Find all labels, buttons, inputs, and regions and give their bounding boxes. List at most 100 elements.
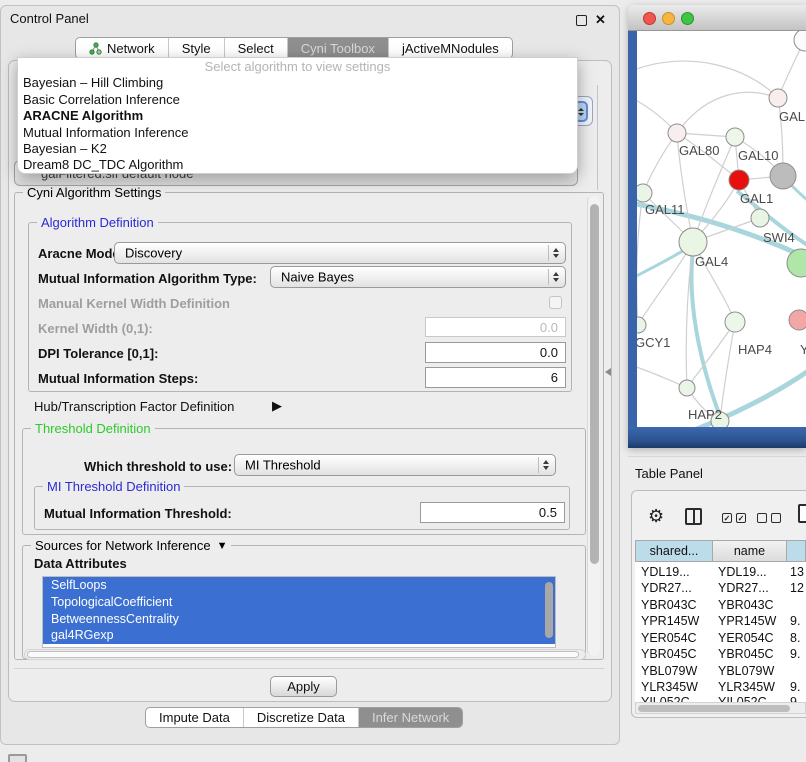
checked-checkbox-icon[interactable]: ✓ bbox=[722, 513, 732, 523]
close-icon[interactable]: ✕ bbox=[595, 12, 606, 28]
table-cell[interactable]: 9. bbox=[790, 647, 800, 661]
dropdown-option-selected[interactable]: ARACNE Algorithm bbox=[18, 108, 577, 124]
table-cell[interactable]: 9. bbox=[790, 614, 800, 628]
mi-algorithm-type-combo[interactable]: Naive Bayes bbox=[270, 266, 566, 288]
table-cell[interactable]: YBR045C bbox=[641, 647, 697, 661]
sources-group-title[interactable]: Sources for Network Inference ▼ bbox=[31, 538, 231, 553]
network-node-hap2[interactable] bbox=[679, 380, 695, 396]
tab-jactivemnodules[interactable]: jActiveMNodules bbox=[389, 38, 512, 58]
network-node-gal4[interactable] bbox=[679, 228, 707, 256]
list-scrollbar-thumb[interactable] bbox=[545, 582, 553, 638]
aracne-mode-combo[interactable]: Discovery bbox=[114, 242, 566, 264]
settings-scrollbar-track[interactable] bbox=[587, 196, 600, 656]
network-node-gal-top[interactable] bbox=[769, 89, 787, 107]
network-node-gal11[interactable] bbox=[637, 184, 652, 202]
column-header-partial[interactable] bbox=[787, 540, 806, 562]
close-traffic-light[interactable] bbox=[643, 12, 656, 25]
table-cell[interactable]: YDL19... bbox=[718, 565, 767, 579]
network-node-gcy1[interactable] bbox=[637, 317, 646, 333]
network-frame bbox=[628, 31, 637, 448]
table-cell[interactable]: YLR345W bbox=[718, 680, 775, 694]
columns-icon[interactable] bbox=[685, 508, 702, 525]
table-cell[interactable]: YER054C bbox=[641, 631, 697, 645]
node-label: SWI4 bbox=[763, 230, 795, 245]
manual-kernel-checkbox[interactable] bbox=[549, 296, 562, 309]
expand-arrow-icon[interactable]: ▶ bbox=[272, 398, 282, 414]
column-header-shared-name[interactable]: shared... bbox=[635, 540, 713, 562]
dpi-tolerance-field[interactable]: 0.0 bbox=[425, 342, 566, 363]
network-node-green-right[interactable] bbox=[787, 249, 806, 277]
minimize-traffic-light[interactable] bbox=[662, 12, 675, 25]
mi-algorithm-type-value: Naive Bayes bbox=[281, 270, 354, 285]
table-cell[interactable]: YER054C bbox=[718, 631, 774, 645]
network-node-gal80[interactable] bbox=[668, 124, 686, 142]
mi-steps-field[interactable]: 6 bbox=[425, 367, 566, 388]
table-hscrollbar-track[interactable] bbox=[635, 702, 806, 714]
node-label: GAL bbox=[779, 109, 805, 124]
network-node-pink-right[interactable] bbox=[789, 310, 806, 330]
dropdown-option[interactable]: Dream8 DC_TDC Algorithm bbox=[18, 157, 577, 173]
table-cell[interactable]: YBR043C bbox=[718, 598, 774, 612]
tab-select[interactable]: Select bbox=[225, 38, 288, 58]
network-node-gal10[interactable] bbox=[726, 128, 744, 146]
table-cell[interactable]: YBL079W bbox=[641, 664, 697, 678]
table-cell[interactable]: YBR045C bbox=[718, 647, 774, 661]
network-canvas[interactable]: GAL GAL80 GAL10 GAL1 GAL11 SWI4 GAL4 GCY… bbox=[637, 31, 806, 427]
network-node-swi4[interactable] bbox=[751, 209, 769, 227]
aracne-mode-label: Aracne Mode: bbox=[38, 246, 124, 261]
table-cell[interactable]: YPR145W bbox=[641, 614, 699, 628]
column-header-name[interactable]: name bbox=[713, 540, 787, 562]
dropdown-option[interactable]: Basic Correlation Inference bbox=[18, 92, 577, 108]
checked-checkbox-icon[interactable]: ✓ bbox=[736, 513, 746, 523]
table-cell[interactable]: YLR345W bbox=[641, 680, 698, 694]
splitter-handle[interactable] bbox=[605, 368, 611, 376]
tab-style[interactable]: Style bbox=[169, 38, 225, 58]
table-cell[interactable]: YPR145W bbox=[718, 614, 776, 628]
list-item[interactable]: SelfLoops bbox=[43, 577, 555, 594]
table-cell[interactable]: 13 bbox=[790, 565, 804, 579]
spinner-icon bbox=[548, 269, 563, 285]
network-node-gal1-selected[interactable] bbox=[729, 170, 749, 190]
network-node-gray[interactable] bbox=[770, 163, 796, 189]
unchecked-checkbox-icon[interactable] bbox=[771, 513, 781, 523]
which-threshold-combo[interactable]: MI Threshold bbox=[234, 454, 556, 476]
apply-button[interactable]: Apply bbox=[270, 676, 337, 697]
zoom-traffic-light[interactable] bbox=[681, 12, 694, 25]
hub-section-label[interactable]: Hub/Transcription Factor Definition bbox=[34, 399, 234, 414]
tab-discretize-data[interactable]: Discretize Data bbox=[244, 708, 359, 727]
unchecked-checkbox-icon[interactable] bbox=[757, 513, 767, 523]
table-cell[interactable]: YDL19... bbox=[641, 565, 690, 579]
data-attributes-label: Data Attributes bbox=[34, 556, 127, 571]
list-item[interactable]: TopologicalCoefficient bbox=[43, 594, 555, 611]
table-cell[interactable]: 9. bbox=[790, 680, 800, 694]
minimized-panel-icon[interactable] bbox=[8, 754, 27, 762]
dpi-tolerance-value: 0.0 bbox=[540, 345, 558, 360]
mi-steps-label: Mutual Information Steps: bbox=[38, 371, 198, 386]
settings-hscrollbar-track[interactable] bbox=[24, 649, 586, 660]
table-hscrollbar-thumb[interactable] bbox=[638, 705, 790, 712]
settings-hscrollbar-thumb[interactable] bbox=[27, 651, 579, 658]
tab-infer-network[interactable]: Infer Network bbox=[359, 708, 462, 727]
kernel-width-field[interactable]: 0.0 bbox=[425, 317, 566, 337]
dropdown-option[interactable]: Mutual Information Inference bbox=[18, 125, 577, 141]
network-node-partial-top[interactable] bbox=[794, 31, 806, 51]
dropdown-option[interactable]: Bayesian – Hill Climbing bbox=[18, 75, 577, 91]
mi-threshold-field[interactable]: 0.5 bbox=[420, 502, 565, 523]
table-cell[interactable]: YDR27... bbox=[641, 581, 692, 595]
table-cell[interactable]: 12 bbox=[790, 581, 804, 595]
settings-scrollbar-thumb[interactable] bbox=[590, 204, 599, 564]
list-item[interactable]: BetweennessCentrality bbox=[43, 611, 555, 628]
table-cell[interactable]: YBL079W bbox=[718, 664, 774, 678]
table-cell[interactable]: 8. bbox=[790, 631, 800, 645]
document-icon[interactable] bbox=[798, 504, 806, 523]
tab-network[interactable]: Network bbox=[76, 38, 169, 58]
table-cell[interactable]: YDR27... bbox=[718, 581, 769, 595]
network-node-hap4[interactable] bbox=[725, 312, 745, 332]
tab-cyni-toolbox[interactable]: Cyni Toolbox bbox=[288, 38, 389, 58]
dropdown-option[interactable]: Bayesian – K2 bbox=[18, 141, 577, 157]
list-item[interactable]: gal4RGexp bbox=[43, 627, 555, 644]
gear-icon[interactable]: ⚙ bbox=[648, 506, 664, 527]
table-cell[interactable]: YBR043C bbox=[641, 598, 697, 612]
float-window-icon[interactable] bbox=[576, 15, 587, 26]
tab-impute-data[interactable]: Impute Data bbox=[146, 708, 244, 727]
